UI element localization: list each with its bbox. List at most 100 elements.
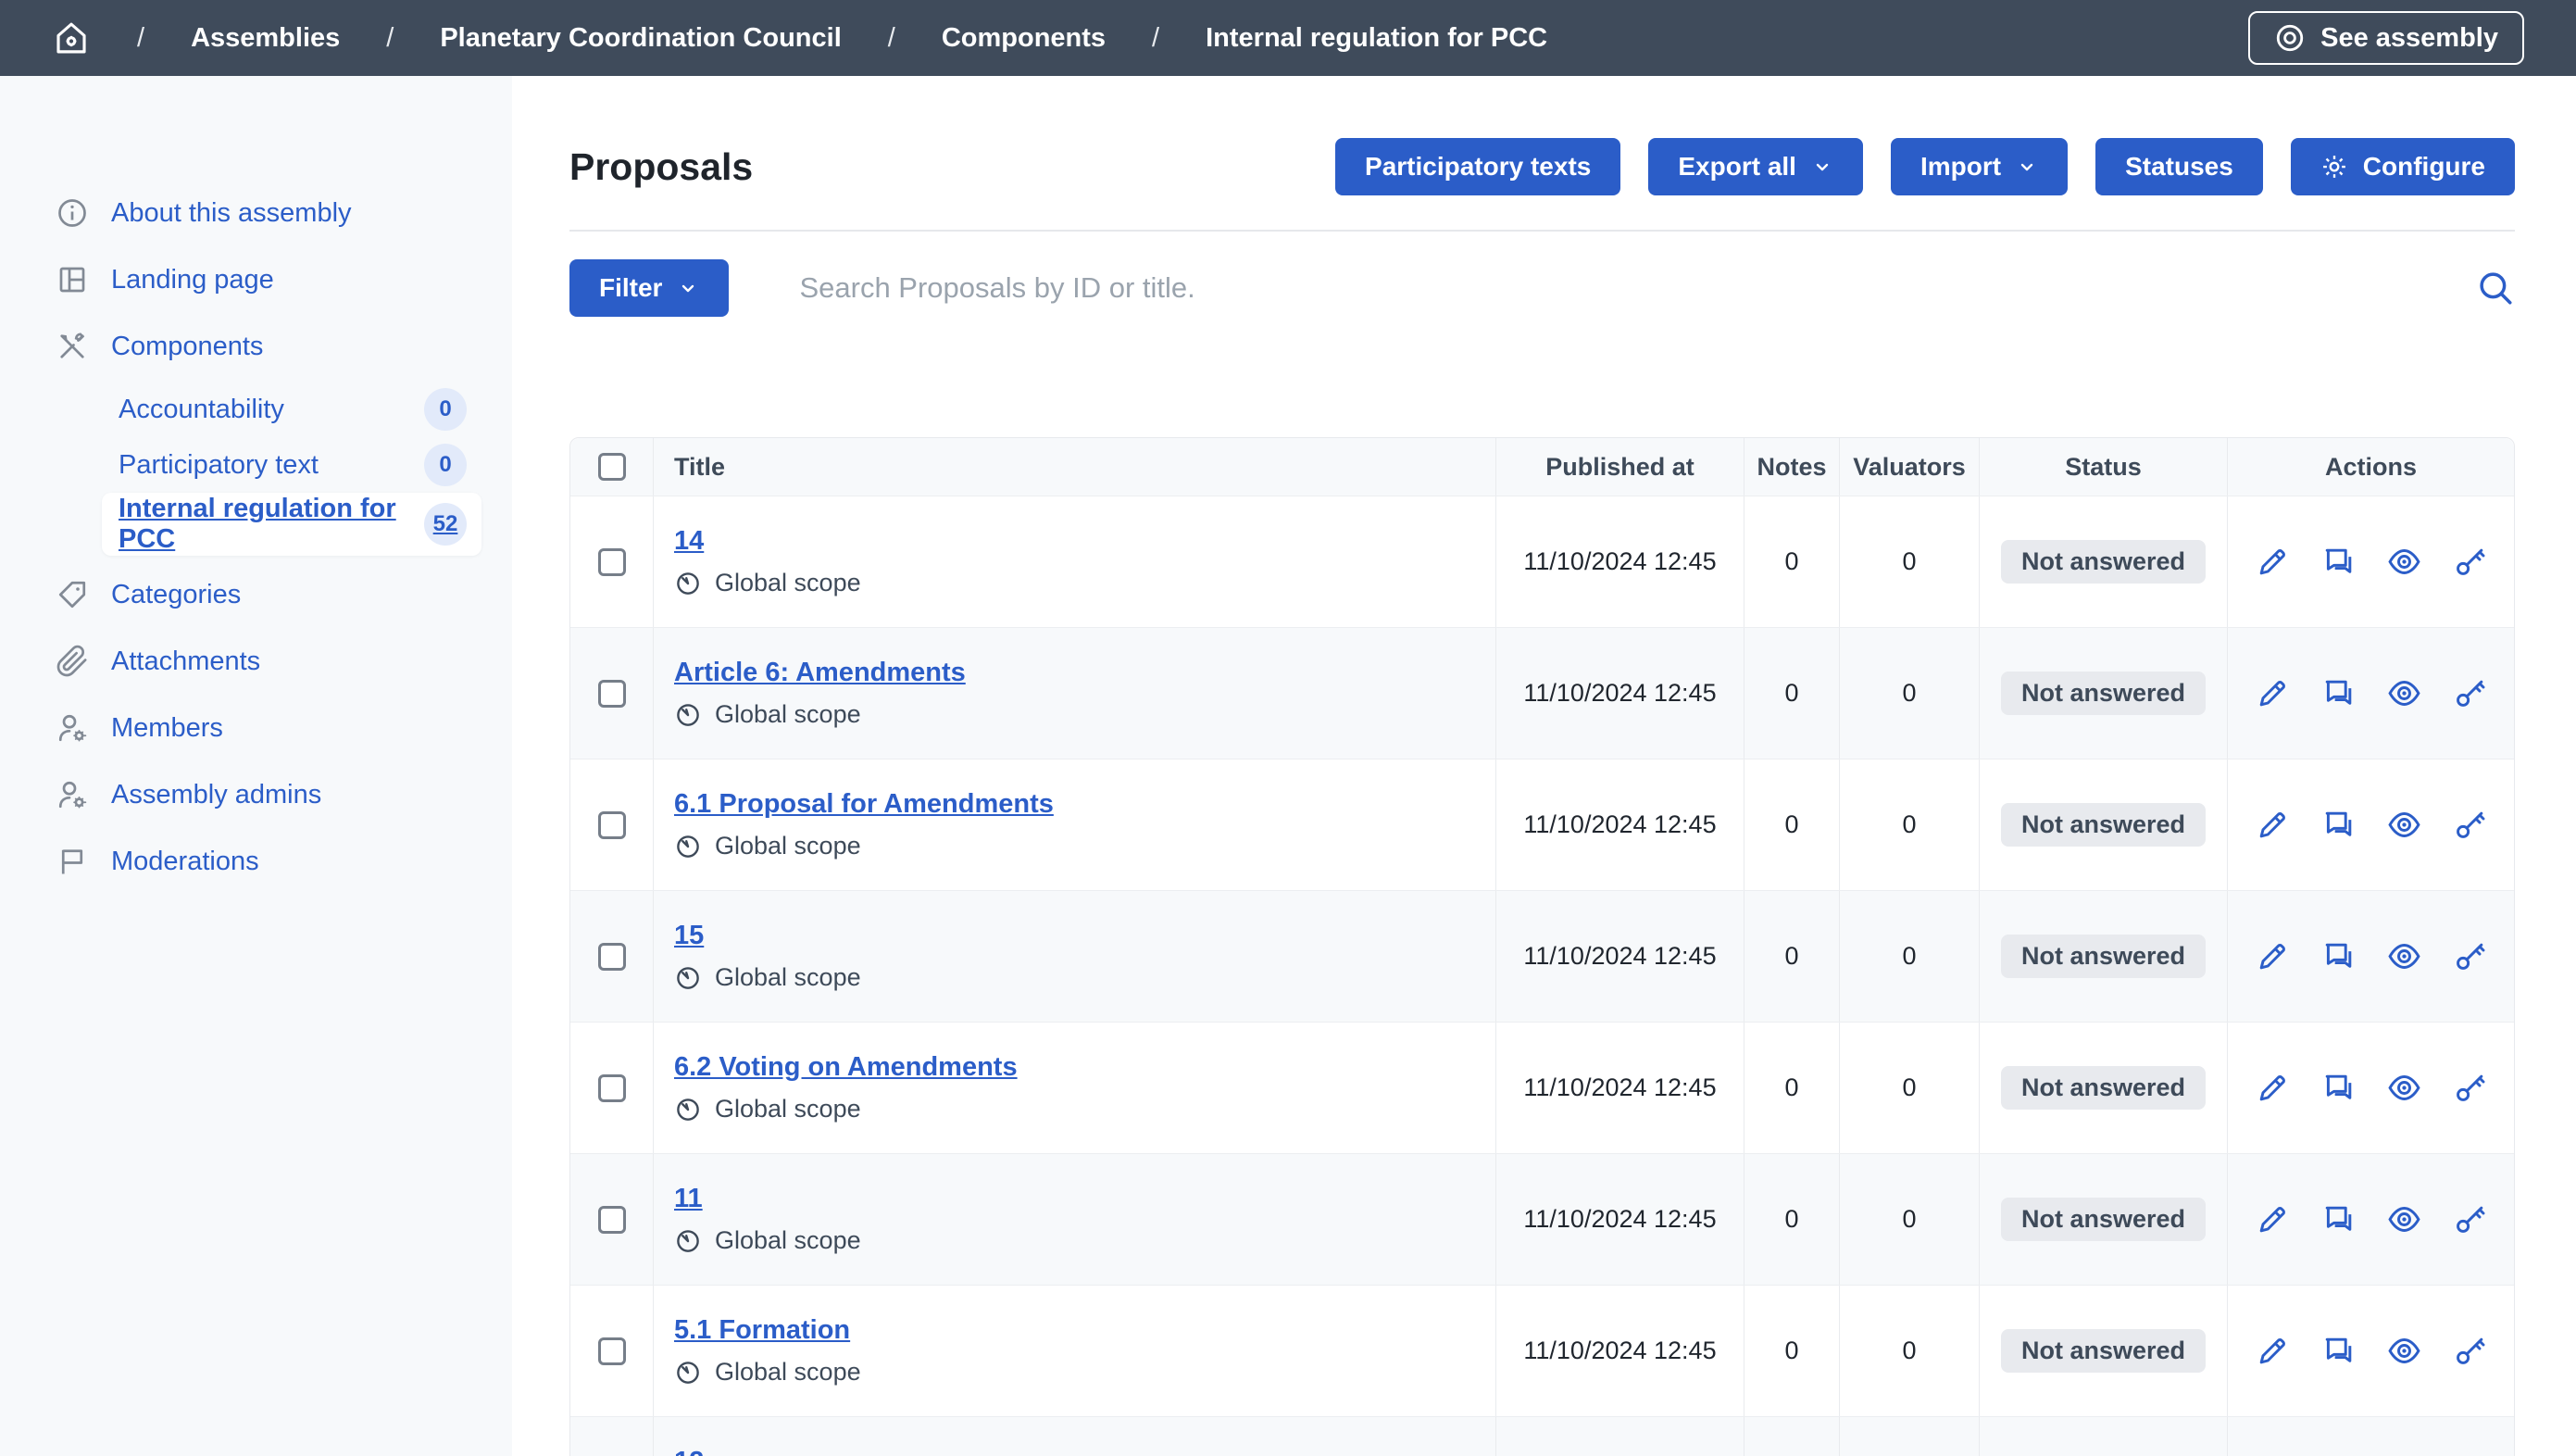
breadcrumb-assembly-name[interactable]: Planetary Coordination Council — [440, 23, 841, 54]
sidebar-item-members[interactable]: Members — [0, 695, 512, 761]
scope-label: Global scope — [715, 963, 861, 992]
header-divider — [569, 230, 2515, 232]
answer-chat-icon[interactable] — [2321, 808, 2356, 842]
preview-eye-icon[interactable] — [2387, 1071, 2421, 1105]
scope-icon — [674, 1359, 702, 1387]
sidebar-item-categories[interactable]: Categories — [0, 561, 512, 628]
permissions-key-icon[interactable] — [2453, 1334, 2487, 1368]
preview-eye-icon[interactable] — [2387, 545, 2421, 579]
sidebar-item-assembly-admins[interactable]: Assembly admins — [0, 761, 512, 828]
import-button[interactable]: Import — [1891, 138, 2068, 195]
scope-line: Global scope — [674, 1226, 1495, 1255]
answer-chat-icon[interactable] — [2321, 1202, 2356, 1236]
breadcrumb-assemblies[interactable]: Assemblies — [191, 23, 340, 54]
edit-pencil-icon[interactable] — [2256, 939, 2290, 973]
sidebar-item-about[interactable]: About this assembly — [0, 180, 512, 246]
permissions-key-icon[interactable] — [2453, 676, 2487, 710]
breadcrumb-components[interactable]: Components — [942, 23, 1106, 54]
see-assembly-label: See assembly — [2320, 23, 2498, 54]
breadcrumb-separator: / — [888, 23, 895, 54]
row-checkbox[interactable] — [598, 943, 626, 971]
answer-chat-icon[interactable] — [2321, 939, 2356, 973]
edit-pencil-icon[interactable] — [2256, 676, 2290, 710]
export-all-button[interactable]: Export all — [1648, 138, 1863, 195]
sub-item-label: Participatory text — [119, 450, 319, 481]
preview-eye-icon[interactable] — [2387, 939, 2421, 973]
search-icon[interactable] — [2476, 269, 2515, 308]
permissions-key-icon[interactable] — [2453, 1202, 2487, 1236]
count-badge: 52 — [424, 503, 467, 546]
row-actions — [2228, 1154, 2514, 1285]
edit-pencil-icon[interactable] — [2256, 1334, 2290, 1368]
permissions-key-icon[interactable] — [2453, 1071, 2487, 1105]
table-row: Article 6: Amendments Global scope 11/10… — [570, 627, 2514, 759]
edit-pencil-icon[interactable] — [2256, 545, 2290, 579]
tools-icon — [56, 330, 89, 363]
layout-icon — [56, 263, 89, 296]
permissions-key-icon[interactable] — [2453, 939, 2487, 973]
permissions-key-icon[interactable] — [2453, 545, 2487, 579]
count-badge: 0 — [424, 388, 467, 431]
row-checkbox[interactable] — [598, 811, 626, 839]
sidebar-item-participatory-text[interactable]: Participatory text 0 — [102, 437, 481, 493]
published-at-value: 11/10/2024 12:45 — [1496, 1286, 1744, 1416]
components-sub-list: Accountability 0 Participatory text 0 In… — [0, 380, 512, 561]
row-checkbox[interactable] — [598, 680, 626, 708]
status-badge: Not answered — [2001, 803, 2206, 847]
published-at-value — [1496, 1417, 1744, 1456]
sidebar-item-accountability[interactable]: Accountability 0 — [102, 382, 481, 437]
proposal-title-link[interactable]: 15 — [674, 921, 704, 951]
proposal-title-link[interactable]: 6.2 Voting on Amendments — [674, 1052, 1018, 1083]
row-checkbox[interactable] — [598, 1337, 626, 1365]
status-badge: Not answered — [2001, 1198, 2206, 1242]
edit-pencil-icon[interactable] — [2256, 808, 2290, 842]
participatory-texts-button[interactable]: Participatory texts — [1335, 138, 1620, 195]
sidebar-item-label: Categories — [111, 580, 241, 610]
preview-eye-icon[interactable] — [2387, 676, 2421, 710]
edit-pencil-icon[interactable] — [2256, 1202, 2290, 1236]
proposal-title-link[interactable]: 11 — [674, 1184, 703, 1214]
notes-count: 0 — [1744, 1154, 1840, 1285]
preview-eye-icon[interactable] — [2387, 1334, 2421, 1368]
scope-icon — [674, 570, 702, 597]
row-checkbox[interactable] — [598, 1074, 626, 1102]
answer-chat-icon[interactable] — [2321, 1071, 2356, 1105]
table-row: 6.1 Proposal for Amendments Global scope… — [570, 759, 2514, 890]
scope-line: Global scope — [674, 963, 1495, 992]
table-body: 14 Global scope 11/10/2024 12:45 0 0 Not… — [570, 496, 2514, 1456]
sidebar-item-landing-page[interactable]: Landing page — [0, 246, 512, 313]
proposal-title-link[interactable]: 6.1 Proposal for Amendments — [674, 789, 1054, 820]
proposal-title-link[interactable]: 5.1 Formation — [674, 1315, 850, 1346]
info-icon — [56, 196, 89, 230]
answer-chat-icon[interactable] — [2321, 676, 2356, 710]
row-checkbox[interactable] — [598, 548, 626, 576]
proposal-title-link[interactable]: Article 6: Amendments — [674, 658, 966, 688]
gear-icon — [2320, 153, 2348, 181]
home-icon[interactable] — [52, 19, 91, 57]
statuses-button[interactable]: Statuses — [2095, 138, 2263, 195]
answer-chat-icon[interactable] — [2321, 1334, 2356, 1368]
configure-button[interactable]: Configure — [2291, 138, 2515, 195]
permissions-key-icon[interactable] — [2453, 808, 2487, 842]
sidebar-item-attachments[interactable]: Attachments — [0, 628, 512, 695]
sidebar-item-internal-regulation[interactable]: Internal regulation for PCC 52 — [102, 493, 481, 556]
search-input[interactable] — [799, 271, 2476, 305]
filter-button[interactable]: Filter — [569, 259, 729, 317]
sidebar-item-moderations[interactable]: Moderations — [0, 828, 512, 895]
row-actions — [2228, 1023, 2514, 1153]
select-all-checkbox[interactable] — [598, 453, 626, 481]
preview-eye-icon[interactable] — [2387, 1202, 2421, 1236]
sidebar-item-components[interactable]: Components — [0, 313, 512, 380]
valuators-count: 0 — [1840, 1023, 1980, 1153]
answer-chat-icon[interactable] — [2321, 545, 2356, 579]
row-checkbox[interactable] — [598, 1206, 626, 1234]
preview-eye-icon[interactable] — [2387, 808, 2421, 842]
edit-pencil-icon[interactable] — [2256, 1071, 2290, 1105]
sub-item-label: Internal regulation for PCC — [119, 494, 424, 555]
proposal-title-link[interactable]: 12 — [674, 1447, 704, 1456]
proposal-title-link[interactable]: 14 — [674, 526, 704, 557]
sidebar-item-label: Landing page — [111, 265, 274, 295]
export-all-label: Export all — [1678, 152, 1796, 182]
eye-icon — [2274, 22, 2306, 54]
see-assembly-button[interactable]: See assembly — [2248, 11, 2524, 65]
